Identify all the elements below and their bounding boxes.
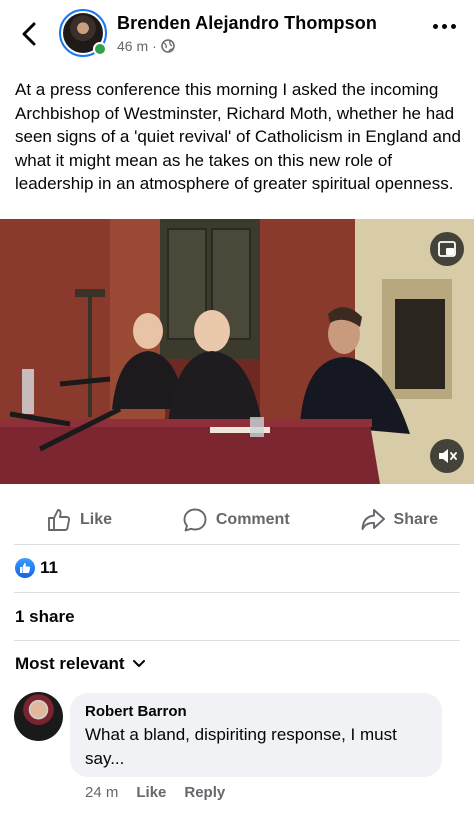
mute-toggle-button[interactable] [430, 439, 464, 473]
comment-bubble: Robert Barron What a bland, dispiriting … [70, 693, 442, 777]
pip-icon [438, 241, 456, 257]
commenter-avatar[interactable] [14, 692, 63, 741]
comment-meta: 24 m Like Reply [85, 784, 225, 801]
back-button[interactable] [16, 20, 42, 48]
more-icon [433, 24, 438, 29]
like-reaction-icon [15, 558, 35, 578]
sort-label: Most relevant [15, 654, 125, 673]
like-icon [48, 509, 71, 531]
reactions-summary[interactable]: 11 [15, 558, 58, 578]
post-header: Brenden Alejandro Thompson 46 m · [0, 0, 474, 66]
post-text: At a press conference this morning I ask… [15, 80, 461, 193]
post-actions-bar: Like Comment Share [0, 498, 474, 542]
share-button[interactable]: Share [360, 507, 438, 533]
post-time[interactable]: 46 m [117, 38, 148, 54]
comment-time: 24 m [85, 784, 119, 801]
picture-in-picture-button[interactable] [430, 232, 464, 266]
divider [14, 592, 460, 593]
comment-reply-button[interactable]: Reply [184, 784, 225, 801]
comment-button[interactable]: Comment [182, 507, 290, 533]
more-options-button[interactable] [433, 24, 456, 29]
comment-text: What a bland, dispiriting response, I mu… [85, 725, 397, 768]
divider [14, 544, 460, 545]
comment-label: Comment [215, 511, 290, 528]
like-button[interactable]: Like [46, 507, 112, 533]
chevron-down-icon [132, 660, 145, 667]
commenter-name[interactable]: Robert Barron [85, 703, 428, 720]
author-name[interactable]: Brenden Alejandro Thompson [117, 13, 377, 34]
comment-icon [183, 508, 207, 532]
share-label: Share [393, 511, 438, 528]
back-icon [22, 22, 36, 46]
mute-icon [439, 449, 457, 463]
online-status-dot [93, 42, 107, 56]
comment-like-button[interactable]: Like [136, 784, 166, 801]
share-icon [361, 509, 385, 530]
reaction-count: 11 [40, 558, 58, 577]
post-meta: 46 m · [117, 38, 175, 54]
globe-icon [161, 39, 175, 53]
divider [14, 640, 460, 641]
share-count[interactable]: 1 share [15, 607, 75, 627]
video-player[interactable] [0, 219, 474, 484]
author-avatar[interactable] [59, 9, 107, 57]
video-frame [0, 219, 474, 484]
meta-separator: · [152, 38, 157, 54]
comment-sort-dropdown[interactable]: Most relevant [15, 654, 145, 674]
like-label: Like [80, 511, 113, 528]
